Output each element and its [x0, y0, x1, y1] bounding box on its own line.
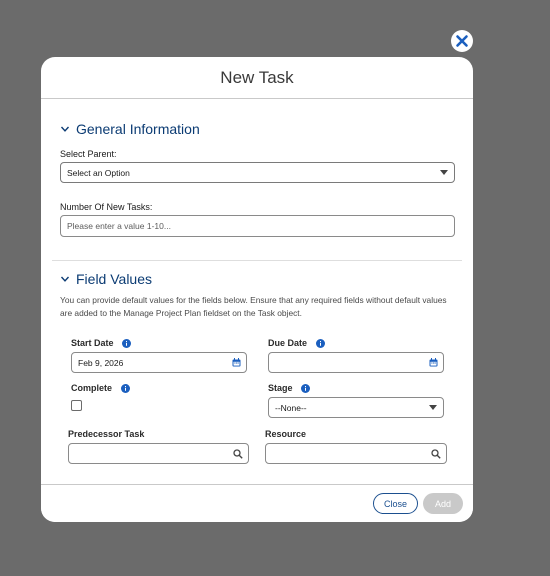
number-of-new-tasks-label: Number Of New Tasks:	[60, 202, 153, 212]
due-date-label-text: Due Date	[268, 338, 308, 348]
complete-checkbox[interactable]	[71, 400, 82, 411]
info-icon[interactable]	[120, 384, 130, 394]
calendar-icon[interactable]	[429, 358, 438, 367]
number-of-new-tasks-placeholder: Please enter a value 1-10...	[67, 221, 171, 231]
add-button[interactable]: Add	[423, 493, 463, 514]
modal-title: New Task	[220, 67, 294, 87]
chevron-down-icon	[60, 126, 70, 132]
close-icon	[452, 31, 472, 51]
complete-label: Complete	[71, 383, 130, 394]
calendar-icon[interactable]	[232, 358, 241, 367]
stage-label-text: Stage	[268, 383, 293, 393]
complete-label-text: Complete	[71, 383, 113, 393]
select-parent-dropdown[interactable]: Select an Option	[60, 162, 455, 183]
stage-value: --None--	[275, 402, 307, 413]
predecessor-task-lookup[interactable]	[68, 443, 249, 464]
resource-label: Resource	[265, 429, 307, 439]
start-date-input[interactable]: Feb 9, 2026	[71, 352, 247, 373]
section-divider	[52, 260, 462, 261]
modal-header: New Task	[41, 57, 473, 99]
resource-lookup[interactable]	[265, 443, 447, 464]
due-date-input[interactable]	[268, 352, 444, 373]
predecessor-task-label: Predecessor Task	[68, 429, 145, 439]
modal-footer: Close Add	[41, 484, 473, 522]
dropdown-arrow-icon	[429, 405, 437, 410]
info-icon[interactable]	[122, 339, 132, 349]
field-values-section-toggle[interactable]: Field Values	[60, 271, 152, 287]
search-icon[interactable]	[431, 449, 441, 459]
general-information-section-toggle[interactable]: General Information	[60, 121, 200, 137]
select-parent-value: Select an Option	[67, 167, 130, 178]
start-date-value: Feb 9, 2026	[78, 357, 124, 368]
info-icon[interactable]	[301, 384, 311, 394]
new-task-modal: New Task General Information Select Pare…	[41, 57, 473, 522]
field-values-help-text: You can provide default values for the f…	[60, 295, 447, 318]
info-icon[interactable]	[315, 339, 325, 349]
modal-close-icon-button[interactable]	[451, 30, 473, 52]
number-of-new-tasks-input[interactable]: Please enter a value 1-10...	[60, 215, 455, 237]
close-button[interactable]: Close	[373, 493, 418, 514]
section-label: General Information	[76, 121, 200, 137]
start-date-label-text: Start Date	[71, 338, 114, 348]
section-label: Field Values	[76, 271, 153, 287]
stage-dropdown[interactable]: --None--	[268, 397, 444, 418]
start-date-label: Start Date	[71, 338, 132, 349]
select-parent-label: Select Parent:	[60, 149, 117, 159]
stage-label: Stage	[268, 383, 311, 394]
dropdown-arrow-icon	[440, 170, 448, 175]
chevron-down-icon	[60, 276, 70, 282]
search-icon[interactable]	[233, 449, 243, 459]
due-date-label: Due Date	[268, 338, 325, 349]
